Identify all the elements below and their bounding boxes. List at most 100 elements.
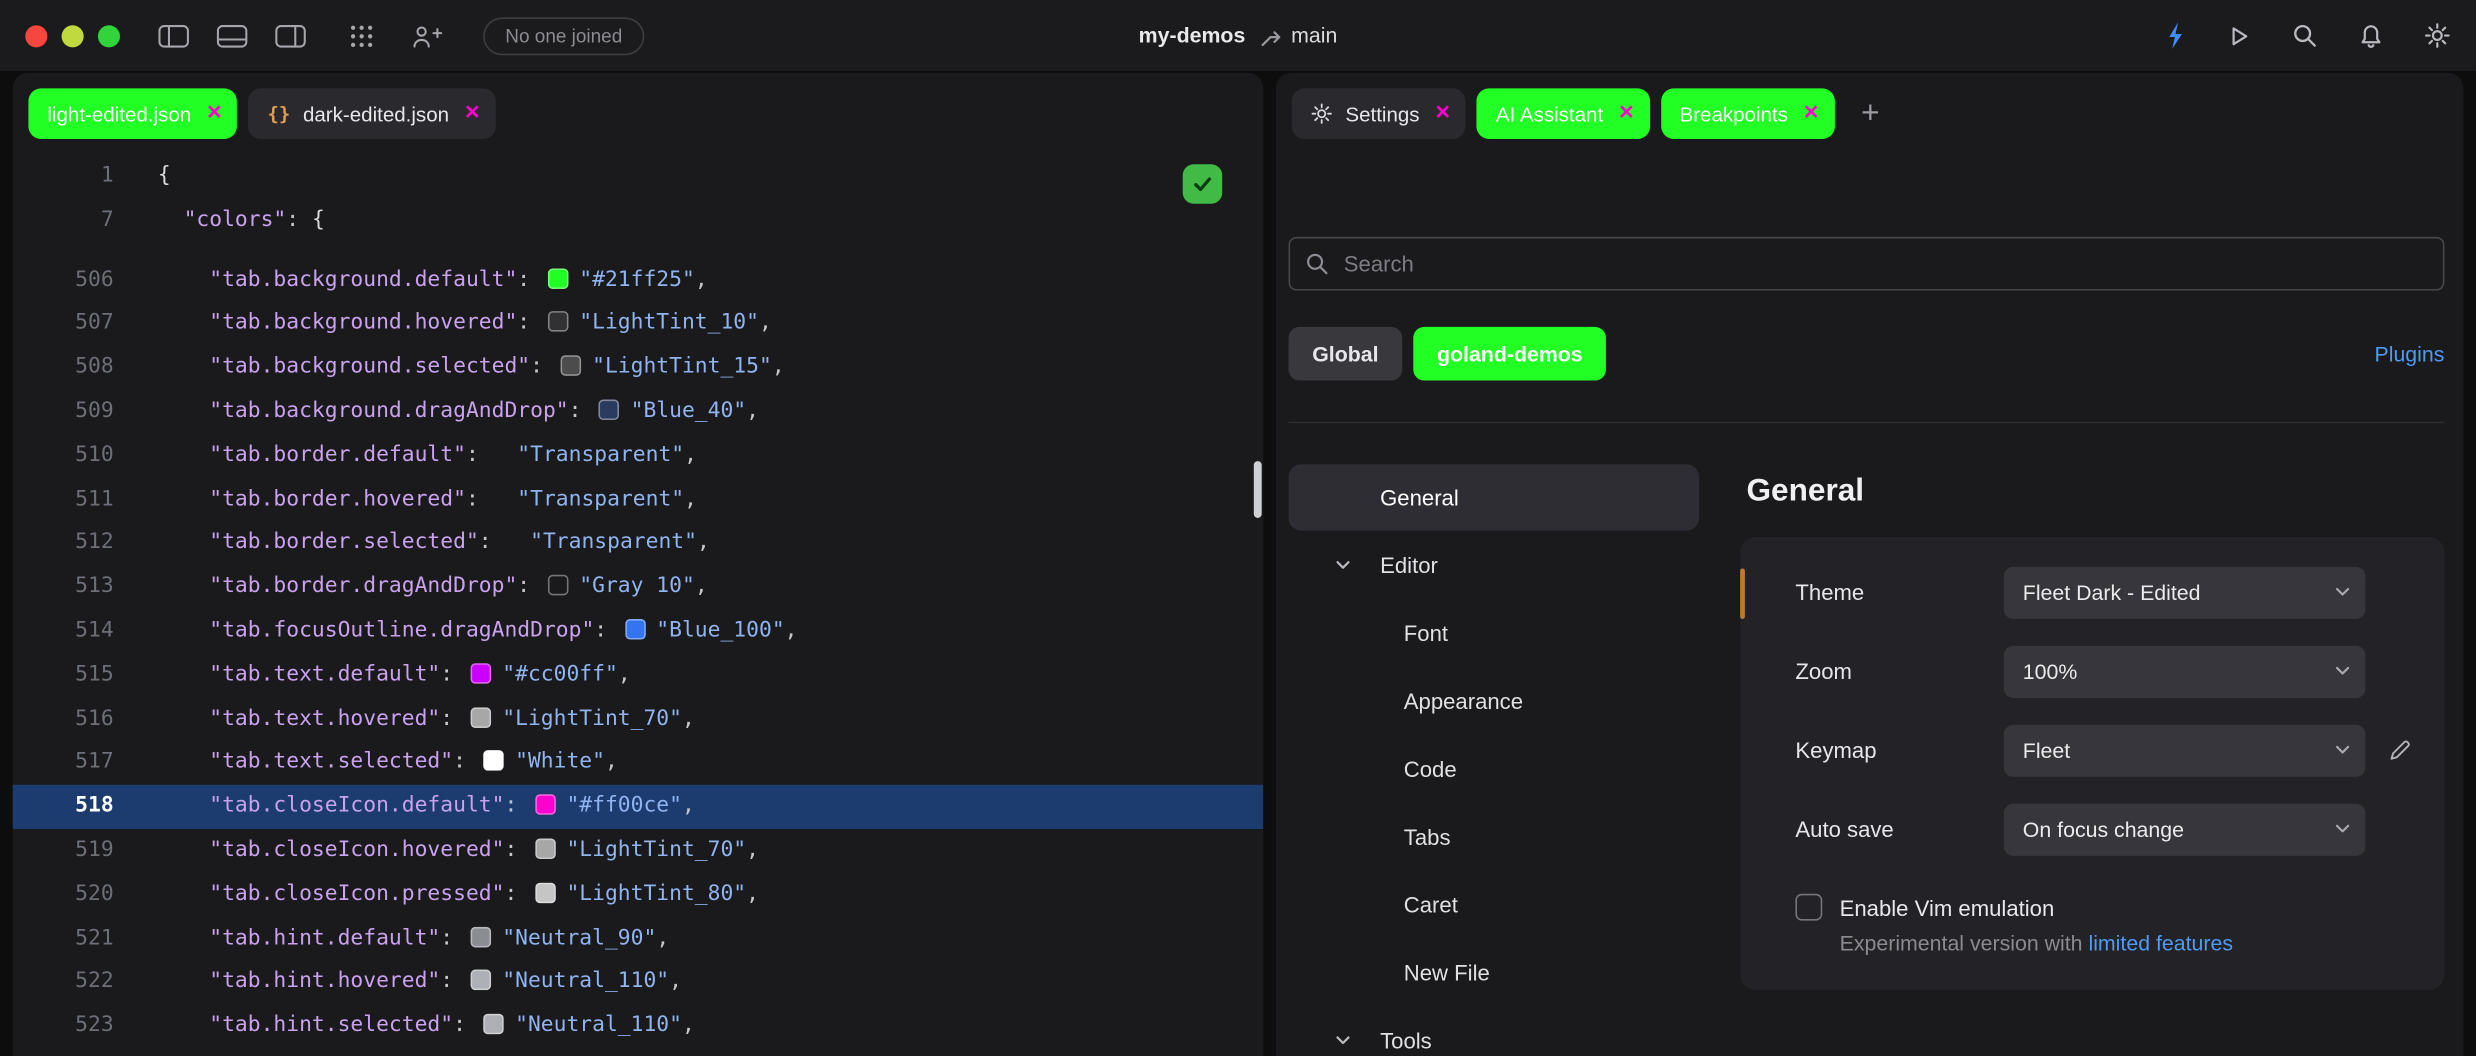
code-line[interactable]: 515 "tab.text.default": "#cc00ff", [13,653,1264,697]
close-window-button[interactable] [25,24,47,46]
settings-tab-settings[interactable]: Settings × [1292,88,1466,139]
code-line[interactable]: 517 "tab.text.selected": "White", [13,741,1264,785]
code-line[interactable]: 519 "tab.closeIcon.hovered": "LightTint_… [13,829,1264,873]
code-line[interactable]: 510 "tab.border.default": "Transparent", [13,434,1264,478]
editor-scrollbar-thumb[interactable] [1254,461,1262,518]
code-line[interactable]: 508 "tab.background.selected": "LightTin… [13,346,1264,390]
dropdown-auto-save[interactable]: On focus change [2004,803,2366,855]
sidebar-item-general[interactable]: General [1289,464,1700,530]
close-icon[interactable]: × [1619,101,1634,126]
vim-emulation-row: Enable Vim emulation [1795,894,2444,921]
code-line[interactable]: 523 "tab.hint.selected": "Neutral_110", [13,1005,1264,1049]
sidebar-item-tabs[interactable]: Tabs [1289,802,1700,870]
search-input[interactable] [1289,237,2445,291]
toggle-bottom-panel-icon[interactable] [216,23,248,48]
nav-label: New File [1404,959,1490,984]
close-icon[interactable]: × [1804,101,1819,126]
code-line[interactable]: 516 "tab.text.hovered": "LightTint_70", [13,697,1264,741]
notifications-bell-icon[interactable] [2358,22,2385,49]
code-editor[interactable]: 1{7 "colors": { 506 "tab.background.defau… [13,155,1264,1049]
editor-tab-light-edited-json[interactable]: light-edited.json× [28,88,237,139]
code-line[interactable]: 509 "tab.background.dragAndDrop": "Blue_… [13,390,1264,434]
dropdown-keymap[interactable]: Fleet [2004,724,2366,776]
control-wrap: 100% [2004,645,2366,697]
sidebar-item-caret[interactable]: Caret [1289,870,1700,938]
settings-tab-breakpoints[interactable]: Breakpoints× [1661,88,1835,139]
project-name[interactable]: my-demos [1139,24,1246,48]
plugins-link[interactable]: Plugins [2374,342,2444,366]
run-icon[interactable] [2227,23,2252,48]
code-line[interactable]: 522 "tab.hint.hovered": "Neutral_110", [13,961,1264,1005]
control-wrap: Fleet Dark - Edited [2004,566,2366,618]
chevron-down-icon[interactable] [1336,1035,1350,1044]
code-line[interactable]: 513 "tab.border.dragAndDrop": "Gray 10", [13,566,1264,610]
line-number: 523 [13,1005,114,1049]
line-number: 515 [13,653,114,697]
sidebar-item-tools[interactable]: Tools [1289,1006,1700,1056]
sidebar-item-font[interactable]: Font [1289,598,1700,666]
line-number: 507 [13,302,114,346]
code-text: "tab.hint.default": "Neutral_90", [114,917,669,961]
dropdown-zoom[interactable]: 100% [2004,645,2366,697]
settings-content: General ThemeFleet Dark - EditedZoom100%… [1740,464,2444,1056]
code-line[interactable]: 518 "tab.closeIcon.default": "#ff00ce", [13,785,1264,829]
close-icon[interactable]: × [1435,101,1450,126]
code-line[interactable]: 506 "tab.background.default": "#21ff25", [13,258,1264,302]
dropdown-value: On focus change [2023,817,2184,841]
code-line[interactable]: 511 "tab.border.hovered": "Transparent", [13,478,1264,522]
scope-button-goland-demos[interactable]: goland-demos [1413,327,1606,381]
code-line[interactable]: 507 "tab.background.hovered": "LightTint… [13,302,1264,346]
modified-setting-indicator [1740,568,1745,619]
settings-tab-ai-assistant[interactable]: AI Assistant× [1477,88,1650,139]
code-line[interactable]: 514 "tab.focusOutline.dragAndDrop": "Blu… [13,609,1264,653]
close-icon[interactable]: × [207,101,222,126]
code-line[interactable]: 520 "tab.closeIcon.pressed": "LightTint_… [13,873,1264,917]
no-problems-check-icon[interactable] [1183,164,1222,203]
collab-status-badge[interactable]: No one joined [483,17,644,55]
vim-emulation-checkbox[interactable] [1795,894,1822,921]
scope-button-global[interactable]: Global [1289,327,1403,381]
tab-label: Settings [1345,102,1419,126]
dropdown-theme[interactable]: Fleet Dark - Edited [2004,566,2366,618]
toggle-right-panel-icon[interactable] [275,23,307,48]
code-line[interactable]: 512 "tab.border.selected": "Transparent"… [13,522,1264,566]
code-line[interactable]: 7 "colors": { [13,199,1264,243]
code-text: "tab.closeIcon.hovered": "LightTint_70", [114,829,759,873]
search-icon[interactable] [2291,22,2318,49]
toggle-left-panel-icon[interactable] [158,23,190,48]
code-text: "tab.text.selected": "White", [114,741,618,785]
code-line[interactable]: 1{ [13,155,1264,199]
setting-label: Theme [1795,580,1864,605]
zoom-window-button[interactable] [98,24,120,46]
color-swatch [548,268,569,289]
editor-panel: light-edited.json×{}dark-edited.json× 1{… [13,73,1264,1056]
code-text: "tab.closeIcon.default": "#ff00ce", [114,785,695,829]
invite-collaborator-icon[interactable] [411,21,443,49]
code-text: "tab.background.dragAndDrop": "Blue_40", [114,390,759,434]
line-number: 508 [13,346,114,390]
minimize-window-button[interactable] [62,24,84,46]
close-icon[interactable]: × [465,101,480,126]
chevron-down-icon[interactable] [1336,560,1350,569]
sidebar-item-code[interactable]: Code [1289,734,1700,802]
settings-nav: GeneralEditorFontAppearanceCode Tabs Caret… [1289,464,1700,1056]
sidebar-item-editor[interactable]: Editor [1289,531,1700,599]
nav-label: Tabs [1404,823,1451,848]
chevron-down-icon [2335,745,2349,754]
editor-tab-dark-edited-json[interactable]: {}dark-edited.json× [249,88,496,139]
new-tab-plus-icon[interactable]: + [1861,98,1879,130]
sidebar-item-appearance[interactable]: Appearance [1289,666,1700,734]
edit-keymap-icon[interactable] [2388,737,2413,762]
code-line[interactable]: 521 "tab.hint.default": "Neutral_90", [13,917,1264,961]
code-text: "tab.text.hovered": "LightTint_70", [114,697,695,741]
workspaces-grid-icon[interactable] [347,21,375,49]
line-number: 510 [13,434,114,478]
limited-features-link[interactable]: limited features [2088,932,2233,956]
sidebar-item-new-file[interactable]: New File [1289,938,1700,1006]
branch-selector[interactable]: main [1260,24,1338,48]
color-swatch [535,882,556,903]
divider [1289,422,2445,424]
smart-mode-icon[interactable] [2163,21,2187,51]
code-text: "tab.border.dragAndDrop": "Gray 10", [114,566,708,610]
settings-gear-icon[interactable] [2424,22,2451,49]
